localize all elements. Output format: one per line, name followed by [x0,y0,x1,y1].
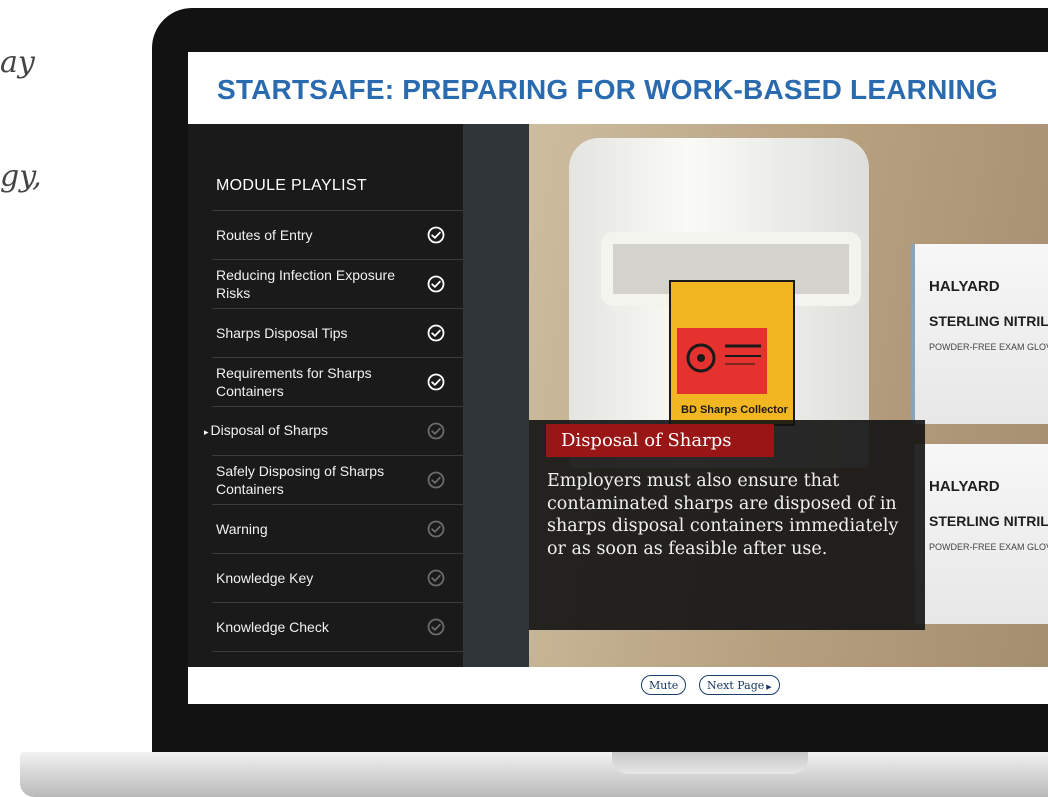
pending-check-icon [427,422,445,440]
completed-check-icon [427,226,445,244]
pending-check-icon [427,569,445,587]
playlist-item[interactable]: Requirements for Sharps Containers [212,358,463,407]
laptop-notch [612,752,808,774]
glove-dispenser-top: HALYARD STERLING NITRILE POWDER-FREE EXA… [911,244,1048,424]
playlist-item-label: Knowledge Check [212,618,406,636]
dispenser-subtext: POWDER-FREE EXAM GLOVES [929,342,1048,352]
playlist-item-text: Routes of Entry [216,227,313,243]
playlist-item-label: Knowledge Key [212,569,406,587]
player-controls: Mute Next Page ▶ [188,667,1048,704]
playlist-item-label: ▸ Disposal of Sharps [204,421,402,441]
completed-check-icon [427,275,445,293]
next-page-label: Next Page [707,679,765,692]
glove-dispenser-bottom: HALYARD STERLING NITRILE POWDER-FREE EXA… [911,444,1048,624]
background-text-line-2: gy, [0,159,42,194]
playlist-item[interactable]: Reducing Infection Exposure Risks [212,260,463,309]
playlist-item[interactable]: ▸ Disposal of Sharps [204,407,463,456]
dispenser-brand: HALYARD [929,278,1000,295]
dispenser-product: STERLING NITRILE [929,313,1048,329]
playlist-item-label: Routes of Entry [212,226,406,244]
pending-check-icon [427,471,445,489]
playlist-gutter [463,124,529,667]
playlist-item-text: Safely Disposing of Sharps Containers [216,463,385,497]
playlist-item-text: Reducing Infection Exposure Risks [216,267,395,301]
dispenser-product: STERLING NITRILE [929,513,1048,529]
playlist-item-text: Disposal of Sharps [210,422,329,438]
module-playlist: MODULE PLAYLIST Routes of Entry Reducing … [188,124,463,667]
mute-button[interactable]: Mute [641,675,687,695]
next-page-button[interactable]: Next Page ▶ [699,675,780,695]
playlist-item[interactable]: Sharps Disposal Tips [212,309,463,358]
laptop-base [20,752,1048,797]
biohazard-warning-panel [677,328,767,394]
dispenser-subtext: POWDER-FREE EXAM GLOVES [929,542,1048,552]
playlist-item-label: Sharps Disposal Tips [212,324,406,342]
biohazard-icon [686,343,761,373]
playlist-item-label: Reducing Infection Exposure Risks [212,266,406,302]
playlist-item[interactable]: Knowledge Key [212,554,463,603]
playlist-item-label: Safely Disposing of Sharps Containers [212,462,406,498]
bd-sharps-collector-label: BD Sharps Collector [681,404,788,416]
playlist-item-text: Knowledge Key [216,570,314,586]
completed-check-icon [427,324,445,342]
caption-body: Employers must also ensure that contamin… [547,471,899,559]
pending-check-icon [427,520,445,538]
playlist-items: Routes of Entry Reducing Infection Exposu… [204,210,463,652]
caption-title: Disposal of Sharps [546,424,774,457]
playlist-item-text: Sharps Disposal Tips [216,325,348,341]
playlist-item[interactable]: Knowledge Check [212,603,463,652]
playlist-item-text: Warning [216,521,268,537]
completed-check-icon [427,373,445,391]
playlist-item[interactable]: Safely Disposing of Sharps Containers [212,456,463,505]
playlist-item-label: Requirements for Sharps Containers [212,364,406,400]
playlist-item-label: Warning [212,520,406,538]
playlist-item-text: Knowledge Check [216,619,329,635]
playlist-item[interactable]: Routes of Entry [212,211,463,260]
playlist-heading: MODULE PLAYLIST [216,177,367,194]
playlist-item-text: Requirements for Sharps Containers [216,365,372,399]
background-text-line-1: ay [0,45,35,80]
current-item-arrow-icon: ▸ [204,427,209,437]
dispenser-brand: HALYARD [929,478,1000,495]
course-screen: STARTSAFE: PREPARING FOR WORK-BASED LEAR… [188,52,1048,704]
playlist-item[interactable]: Warning [212,505,463,554]
caption-box: Disposal of Sharps Employers must also e… [529,420,925,630]
pending-check-icon [427,618,445,636]
play-arrow-icon: ▶ [766,683,772,691]
course-title: STARTSAFE: PREPARING FOR WORK-BASED LEAR… [217,74,998,105]
